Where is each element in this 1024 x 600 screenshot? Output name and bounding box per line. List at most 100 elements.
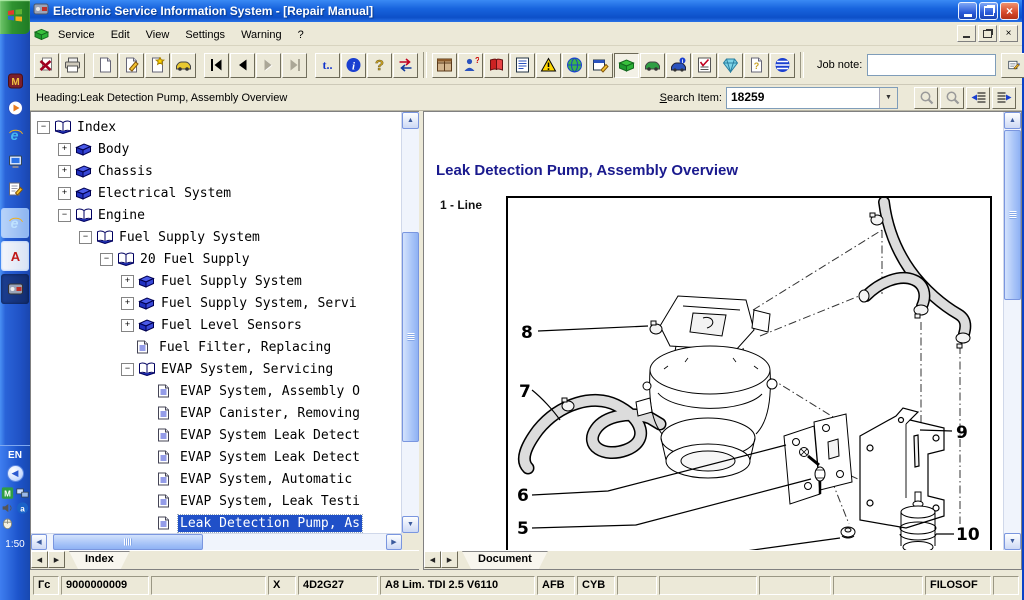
collapse-icon[interactable]: − — [37, 121, 50, 134]
elsawin-tray-icon[interactable]: M — [1, 486, 14, 499]
tree-item-label[interactable]: EVAP System, Automatic — [178, 471, 354, 488]
tree-item[interactable]: +Body — [31, 138, 401, 160]
tree-item[interactable]: +Fuel Level Sensors — [31, 314, 401, 336]
tree-item-label[interactable]: 20 Fuel Supply — [138, 251, 252, 268]
print-button[interactable] — [60, 53, 85, 78]
tree-item[interactable]: Leak Detection Pump, As — [31, 512, 401, 533]
acrobat-task-button[interactable]: A — [1, 241, 29, 271]
menu-item-[interactable]: ? — [290, 26, 312, 44]
tree-item-label[interactable]: EVAP System, Assembly O — [178, 383, 362, 400]
document-help-button[interactable]: ? — [744, 53, 769, 78]
tree-item-label[interactable]: Index — [75, 119, 118, 136]
hide-icons-button[interactable]: ◀ — [7, 465, 24, 482]
tab-scroll-right-icon[interactable]: ▶ — [48, 551, 65, 568]
mdi-minimize-button[interactable] — [957, 25, 976, 42]
minimize-button[interactable] — [958, 2, 977, 20]
exit-button[interactable] — [34, 53, 59, 78]
menu-item-service[interactable]: Service — [50, 26, 103, 44]
tree-item-label[interactable]: Fuel Supply System, Servi — [159, 295, 359, 312]
internet-explorer-icon[interactable]: e — [4, 124, 26, 146]
window-grid-button[interactable] — [432, 53, 457, 78]
job-note-input[interactable] — [867, 54, 996, 76]
document-vertical-scrollbar[interactable]: ▲ ▼ — [1003, 112, 1021, 550]
tree-item[interactable]: EVAP Canister, Removing — [31, 402, 401, 424]
tab-index[interactable]: Index — [69, 551, 130, 569]
doc-tab-scroll-left-icon[interactable]: ◀ — [424, 551, 441, 568]
tree-item-label[interactable]: Fuel Level Sensors — [159, 317, 304, 334]
expand-icon[interactable]: + — [58, 165, 71, 178]
tree-item[interactable]: + Chassis — [31, 160, 401, 182]
mdi-restore-button[interactable] — [978, 25, 997, 42]
crystal-button[interactable] — [718, 53, 743, 78]
tab-document[interactable]: Document — [462, 551, 548, 569]
tree-item[interactable]: EVAP System, Leak Testi — [31, 490, 401, 512]
doc-tab-scroll-right-icon[interactable]: ▶ — [441, 551, 458, 568]
car-info-button[interactable]: i — [666, 53, 691, 78]
scroll-up-icon[interactable]: ▲ — [402, 112, 419, 129]
edit-document-button[interactable] — [119, 53, 144, 78]
expand-icon[interactable]: + — [121, 275, 134, 288]
tree-item-label[interactable]: EVAP System, Leak Testi — [178, 493, 362, 510]
vehicle-button[interactable] — [171, 53, 196, 78]
tree-hscroll-thumb[interactable] — [53, 534, 203, 550]
restore-button[interactable] — [979, 2, 998, 20]
tree-item[interactable]: EVAP System, Automatic — [31, 468, 401, 490]
close-button[interactable]: × — [1000, 2, 1019, 20]
expand-icon[interactable]: + — [58, 187, 71, 200]
scroll-right-icon[interactable]: ▶ — [386, 534, 402, 550]
job-note-edit-button[interactable] — [1001, 53, 1024, 78]
tree-item[interactable]: EVAP System Leak Detect — [31, 424, 401, 446]
tree-item-label[interactable]: EVAP System, Servicing — [159, 361, 335, 378]
tree-item[interactable]: + Fuel Supply System, Servi — [31, 292, 401, 314]
my-computer-icon[interactable] — [4, 151, 26, 173]
new-document-button[interactable] — [93, 53, 118, 78]
menu-item-view[interactable]: View — [138, 26, 178, 44]
tree-item-label[interactable]: Body — [96, 141, 131, 158]
child-window-icon[interactable] — [32, 27, 50, 40]
collapse-icon[interactable]: − — [121, 363, 134, 376]
internet-explorer-task-button[interactable]: e — [1, 208, 29, 238]
elsawin-task-button[interactable] — [1, 274, 29, 304]
tree-item-label[interactable]: Fuel Supply System — [117, 229, 262, 246]
tree-item-label[interactable]: Leak Detection Pump, As — [178, 515, 362, 532]
tree-item-label[interactable]: Electrical System — [96, 185, 233, 202]
tree-item-label[interactable]: Chassis — [96, 163, 155, 180]
tree-item[interactable]: Fuel Filter, Replacing — [31, 336, 401, 358]
tree-item[interactable]: + Fuel Supply System — [31, 270, 401, 292]
tree-item[interactable]: EVAP System, Assembly O — [31, 380, 401, 402]
tree-item-label[interactable]: EVAP System Leak Detect — [178, 427, 362, 444]
tree-item-label[interactable]: EVAP System Leak Detect — [178, 449, 362, 466]
mouse-tray-icon[interactable] — [1, 516, 14, 529]
first-record-button[interactable] — [204, 53, 229, 78]
mdi-close-button[interactable]: × — [999, 25, 1018, 42]
tree-scroll-thumb[interactable] — [402, 232, 419, 442]
tree-item[interactable]: −Engine — [31, 204, 401, 226]
tree-item[interactable]: − 20 Fuel Supply — [31, 248, 401, 270]
tree-item-label[interactable]: Fuel Supply System — [159, 273, 304, 290]
expand-icon[interactable]: + — [121, 297, 134, 310]
start-button[interactable] — [0, 0, 30, 34]
collapse-icon[interactable]: − — [58, 209, 71, 222]
globe-button[interactable] — [562, 53, 587, 78]
list-insert-button[interactable] — [966, 87, 990, 109]
menu-item-warning[interactable]: Warning — [233, 26, 290, 44]
green-car-button[interactable] — [640, 53, 665, 78]
customer-search-button[interactable]: ? — [458, 53, 483, 78]
search-item-combobox[interactable]: 18259 ▼ — [726, 87, 898, 109]
repair-manual-button[interactable] — [614, 53, 639, 78]
antivirus-tray-icon[interactable]: a — [16, 501, 29, 514]
elsawin-m-icon[interactable]: M — [4, 70, 26, 92]
intranet-button[interactable] — [770, 53, 795, 78]
tree-item[interactable]: − Index — [31, 116, 401, 138]
tree-item-label[interactable]: Fuel Filter, Replacing — [157, 339, 333, 356]
media-player-icon[interactable] — [4, 97, 26, 119]
search-dropdown-button[interactable]: ▼ — [879, 88, 897, 108]
help-button[interactable]: ? — [367, 53, 392, 78]
new-note-button[interactable] — [145, 53, 170, 78]
document-list-button[interactable] — [510, 53, 535, 78]
collapse-icon[interactable]: − — [100, 253, 113, 266]
tree-item[interactable]: EVAP System Leak Detect — [31, 446, 401, 468]
tree-item-label[interactable]: EVAP Canister, Removing — [178, 405, 362, 422]
tab-scroll-left-icon[interactable]: ◀ — [31, 551, 48, 568]
manual-book-button[interactable] — [484, 53, 509, 78]
